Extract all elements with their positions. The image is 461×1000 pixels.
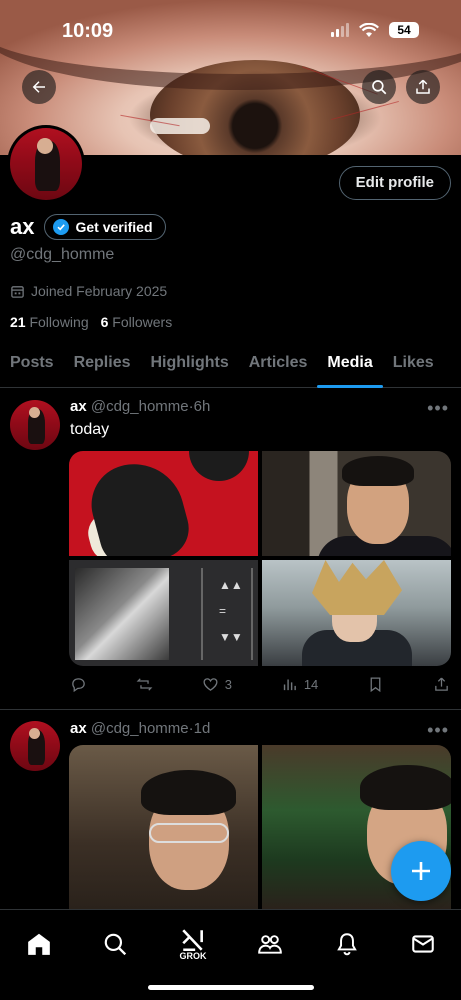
like-button[interactable]: 3: [202, 676, 232, 693]
views-button[interactable]: 14: [281, 676, 318, 693]
post-meta: ax @cdg_homme·6h: [70, 398, 211, 415]
heart-icon: [203, 678, 218, 691]
post-time[interactable]: 6h: [194, 398, 211, 415]
post-author-name[interactable]: ax: [70, 720, 87, 737]
following-link[interactable]: 21 Following: [10, 314, 89, 330]
post-text: today: [70, 421, 110, 438]
post-author-handle[interactable]: @cdg_homme: [91, 398, 189, 415]
following-label: Following: [29, 314, 89, 330]
media-image-selfie-glasses[interactable]: [69, 745, 258, 909]
post-author-name[interactable]: ax: [70, 398, 87, 415]
plus-icon: [412, 862, 430, 880]
battery-level: 54: [389, 22, 419, 38]
calendar-icon: [11, 285, 24, 298]
home-icon: [28, 933, 50, 955]
post-author-handle[interactable]: @cdg_homme: [91, 720, 189, 737]
wifi-icon: [359, 22, 379, 37]
followers-count: 6: [100, 314, 109, 330]
tab-likes[interactable]: Likes: [383, 348, 444, 388]
followers-link[interactable]: 6 Followers: [101, 314, 173, 330]
share-profile-button[interactable]: [406, 70, 440, 104]
banner-eye-highlight: [150, 118, 210, 134]
more-options-icon[interactable]: •••: [427, 398, 449, 419]
verified-badge-icon: [53, 219, 70, 235]
grok-label: GROK: [179, 951, 207, 961]
media-image-music-screenshot[interactable]: ▲▲ = ▼▼: [69, 560, 258, 666]
joined-date: Joined February 2025: [10, 283, 167, 299]
followers-label: Followers: [112, 314, 173, 330]
post-meta: ax @cdg_homme·1d: [70, 720, 211, 737]
nav-explore[interactable]: [95, 924, 135, 964]
following-count: 21: [10, 314, 26, 330]
post-action-bar: 3 14: [70, 676, 450, 693]
joined-label: Joined February 2025: [31, 283, 168, 299]
repost-button[interactable]: [136, 676, 153, 693]
home-indicator: [148, 985, 314, 990]
status-bar: 10:09 54: [0, 0, 461, 60]
nav-grok[interactable]: GROK: [173, 924, 213, 964]
more-options-icon[interactable]: •••: [427, 720, 449, 741]
profile-display-name: ax: [10, 214, 35, 239]
status-time: 10:09: [62, 20, 114, 42]
profile-avatar[interactable]: [7, 125, 85, 203]
post-avatar[interactable]: [10, 400, 60, 450]
nav-notifications[interactable]: [327, 924, 367, 964]
profile-tabs: Posts Replies Highlights Articles Media …: [0, 348, 461, 388]
cellular-signal-icon: [331, 23, 349, 37]
reply-button[interactable]: [70, 676, 87, 693]
grok-icon: [182, 929, 203, 952]
bell-icon: [337, 933, 357, 956]
post-time[interactable]: 1d: [194, 720, 211, 737]
post-avatar[interactable]: [10, 721, 60, 771]
media-image-selfie[interactable]: [262, 451, 451, 556]
post-divider: [0, 709, 461, 710]
tab-media[interactable]: Media: [317, 348, 384, 388]
profile-handle: @cdg_homme: [10, 246, 115, 263]
tab-highlights[interactable]: Highlights: [141, 348, 239, 388]
tab-posts[interactable]: Posts: [0, 348, 64, 388]
arrow-left-icon: [32, 81, 45, 93]
share-button[interactable]: [433, 676, 450, 693]
get-verified-button[interactable]: Get verified: [44, 214, 166, 240]
search-icon: [104, 933, 127, 956]
analytics-icon: [283, 679, 296, 691]
reply-icon: [72, 678, 85, 693]
bookmark-button[interactable]: [367, 676, 384, 693]
search-button[interactable]: [362, 70, 396, 104]
search-icon: [372, 80, 387, 95]
like-count: 3: [224, 677, 232, 692]
nav-messages[interactable]: [403, 924, 443, 964]
tab-replies[interactable]: Replies: [64, 348, 141, 388]
media-image-shoe[interactable]: [69, 451, 258, 556]
communities-icon: [258, 935, 282, 954]
mail-icon: [412, 935, 434, 953]
repost-icon: [136, 678, 153, 691]
tab-articles[interactable]: Articles: [239, 348, 318, 388]
nav-home[interactable]: [19, 924, 59, 964]
post-media-grid: ▲▲ = ▼▼: [69, 451, 451, 666]
media-image-character[interactable]: [262, 560, 451, 666]
compose-post-button[interactable]: [391, 841, 451, 901]
share-icon: [435, 677, 448, 691]
get-verified-label: Get verified: [75, 219, 153, 235]
edit-profile-button[interactable]: Edit profile: [338, 166, 451, 200]
nav-communities[interactable]: [250, 924, 290, 964]
back-button[interactable]: [22, 70, 56, 104]
view-count: 14: [303, 677, 319, 692]
share-icon: [416, 79, 430, 94]
bookmark-icon: [370, 677, 381, 693]
